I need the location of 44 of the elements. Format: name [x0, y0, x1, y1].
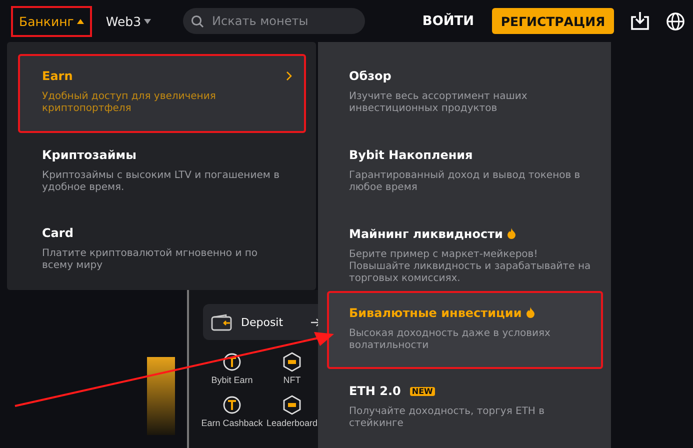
menu-item[interactable]: Earn Удобный доступ для увеличения криптопортфеля — [18, 54, 306, 133]
menu-item[interactable]: Бивалютные инвестиции Высокая доходность даже в условиях волатильности — [327, 290, 603, 370]
menu-item[interactable]: Майнинг ликвидности Берите пример с маркет-мейкеров! Повышайте ликвидность и зарабатывайте на торговых комиссиях. — [327, 212, 603, 290]
nav-menu-item[interactable]: Web3 — [98, 6, 160, 36]
login-button[interactable]: ВОЙТИ — [422, 14, 474, 28]
item-description: Высокая доходность даже в условиях волатильности — [349, 328, 552, 352]
coin-icon — [222, 352, 242, 372]
menu-item[interactable]: Card Платите криптовалютой мгновенно и по всему миру — [18, 211, 306, 290]
item-description: Удобный доступ для увеличения криптопортфеля — [42, 91, 217, 115]
item-description: Берите пример с маркет-мейкеров! Повышайте ликвидность и зарабатывайте на торговых комиссиях. — [349, 248, 592, 284]
search-field[interactable]: Искать монеты — [183, 8, 366, 34]
item-title: Бивалютные инвестиции — [349, 306, 522, 320]
menu-item[interactable]: Bybit Накопления Гарантированный доход и вывод токенов в любое время — [327, 132, 603, 212]
item-description: Изучите весь ассортимент наших инвестиционных продуктов — [349, 91, 528, 115]
hexagon-icon — [282, 352, 302, 372]
shortcut-label[interactable]: Bybit Earn — [211, 375, 253, 385]
register-button[interactable]: РЕГИСТРАЦИЯ — [492, 8, 614, 34]
item-description: Гарантированный доход и вывод токенов в любое время — [349, 170, 582, 194]
shortcut-label[interactable]: Earn Cashback — [201, 418, 263, 428]
menu-item[interactable]: Криптозаймы Криптозаймы с высоким LTV и погашением в удобное время. — [18, 132, 306, 212]
item-description: Получайте доходность, торгуя ETH в стейкинге — [349, 406, 546, 430]
menu-item[interactable]: ETH 2.0 NEW Получайте доходность, торгуя ETH в стейкинге — [327, 369, 603, 448]
new-badge: NEW — [410, 386, 435, 396]
item-title: Криптозаймы — [42, 148, 136, 162]
item-title: Обзор — [349, 69, 392, 83]
download-icon[interactable] — [630, 11, 650, 31]
item-title: Earn — [42, 69, 73, 83]
hexagon-icon — [282, 395, 302, 415]
shortcut-label[interactable]: Leaderboard — [266, 418, 318, 428]
caret-icon — [76, 18, 84, 24]
globe-icon[interactable] — [666, 12, 685, 30]
item-title: Майнинг ликвидности — [349, 226, 503, 240]
item-title: ETH 2.0 — [349, 384, 401, 398]
item-description: Криптозаймы с высоким LTV и погашением в удобное время. — [42, 170, 280, 194]
menu-item[interactable]: Обзор Изучите весь ассортимент наших инвестиционных продуктов — [327, 54, 603, 133]
wallet-icon — [211, 314, 233, 330]
item-title: Card — [42, 226, 74, 240]
nav-menu-item[interactable]: Банкинг — [11, 6, 92, 36]
item-description: Платите криптовалютой мгновенно и по всему миру — [42, 248, 259, 272]
coin-icon — [222, 395, 242, 415]
chevron-right-icon — [286, 71, 292, 81]
shortcut-label[interactable]: NFT — [283, 375, 301, 385]
item-title: Bybit Накопления — [349, 148, 473, 162]
caret-icon — [144, 18, 152, 24]
